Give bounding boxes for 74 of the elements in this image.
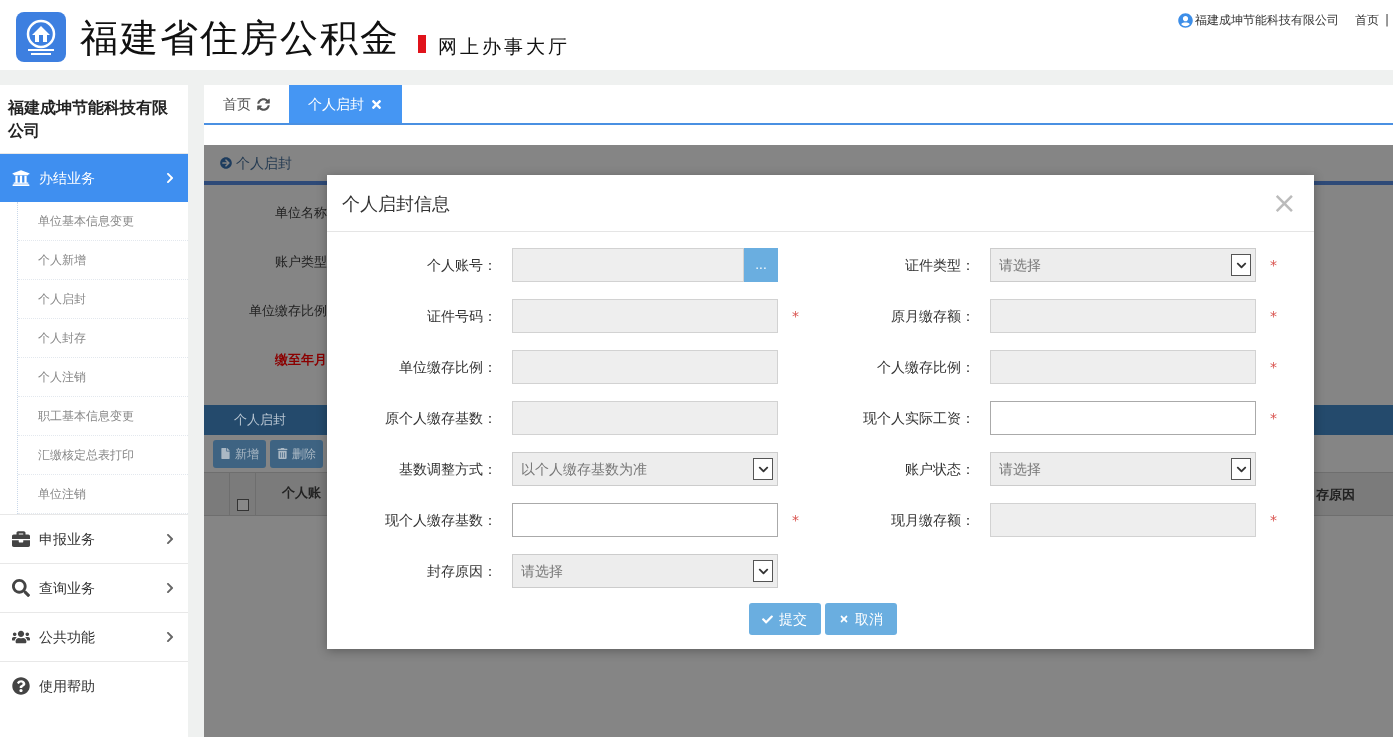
chevron-icon — [164, 533, 176, 545]
column-header: 存原因 — [1316, 486, 1356, 504]
menu-item[interactable]: 办结业务 — [0, 153, 188, 202]
field-label: 现个人缴存基数： — [384, 510, 497, 530]
close-icon[interactable] — [370, 97, 383, 111]
select-all-checkbox[interactable] — [236, 499, 249, 511]
toolbar-button[interactable]: 删除 — [270, 439, 323, 468]
modal-title: 个人启封信息 — [342, 191, 451, 216]
file-icon — [220, 448, 231, 459]
close-icon — [838, 614, 849, 624]
chevron-icon — [164, 582, 176, 594]
menu-label: 办结业务 — [39, 168, 96, 188]
user-link[interactable]: 福建成坤节能科技有限公司 — [1194, 11, 1339, 29]
form-label: 单位名称 — [275, 204, 327, 222]
field-label: 证件类型： — [904, 255, 975, 275]
logo-icon — [16, 12, 66, 62]
cancel-button[interactable]: 取消 — [824, 603, 897, 635]
menu-label: 公共功能 — [39, 627, 96, 647]
input-field[interactable] — [512, 503, 778, 537]
refresh-icon[interactable] — [257, 97, 270, 111]
field-label: 现月缴存额： — [890, 510, 975, 530]
submenu-item[interactable]: 个人注销 — [18, 358, 188, 397]
required-mark: * — [1270, 410, 1277, 426]
field-label: 封存原因： — [426, 561, 497, 581]
submenu-item[interactable]: 单位基本信息变更 — [18, 202, 188, 241]
company-name: 福建成坤节能科技有限公司 — [6, 97, 169, 142]
user-icon — [1177, 12, 1193, 28]
menu-icon — [12, 169, 30, 187]
field-label: 原个人缴存基数： — [384, 408, 497, 428]
field-label: 基数调整方式： — [398, 459, 497, 479]
form-label: 账户类型 — [275, 253, 327, 271]
required-mark: * — [792, 512, 799, 528]
nav-separator: | — [1384, 12, 1389, 29]
field-label: 个人缴存比例： — [876, 357, 975, 377]
submenu-item[interactable]: 个人封存 — [18, 319, 188, 358]
input-field[interactable] — [990, 401, 1256, 435]
chevron-icon — [164, 631, 176, 643]
required-mark: * — [1270, 512, 1277, 528]
field-label: 现个人实际工资： — [862, 408, 975, 428]
check-icon — [762, 613, 773, 625]
menu-icon — [12, 530, 30, 548]
trash-icon — [277, 448, 288, 459]
submit-button[interactable]: 提交 — [748, 603, 821, 635]
submenu-item[interactable]: 个人新增 — [18, 241, 188, 280]
menu-label: 申报业务 — [39, 529, 96, 549]
chevron-icon — [164, 172, 176, 184]
field-label: 账户状态： — [904, 459, 975, 479]
field-label: 个人账号： — [426, 255, 497, 275]
required-mark: * — [1270, 308, 1277, 324]
menu-icon — [12, 579, 30, 597]
menu-label: 使用帮助 — [39, 676, 96, 696]
menu-icon — [12, 677, 30, 695]
section-title: 个人启封 — [236, 153, 292, 173]
form-label: 单位缴存比例 — [249, 302, 327, 320]
required-mark: * — [1270, 257, 1277, 273]
required-mark: * — [792, 308, 799, 324]
site-title: 福建省住房公积金 — [80, 15, 400, 62]
grid-title: 个人启封 — [234, 411, 286, 430]
title-marker — [418, 35, 426, 53]
submenu-item[interactable]: 个人启封 — [18, 280, 188, 319]
required-mark: * — [1270, 359, 1277, 375]
submenu-item[interactable]: 汇缴核定总表打印 — [18, 436, 188, 475]
field-label: 原月缴存额： — [890, 306, 975, 326]
column-header: 个人账 — [281, 484, 321, 502]
field-label: 单位缴存比例： — [398, 357, 497, 377]
toolbar-button[interactable]: 新增 — [213, 439, 266, 468]
site-subtitle: 网上办事大厅 — [438, 34, 570, 59]
submenu-item[interactable]: 职工基本信息变更 — [18, 397, 188, 436]
form-label: 缴至年月 — [275, 351, 327, 369]
nav-link[interactable]: 首页 — [1354, 11, 1379, 29]
menu-label: 查询业务 — [39, 578, 96, 598]
menu-icon — [12, 628, 30, 646]
field-label: 证件号码： — [426, 306, 497, 326]
tab[interactable]: 个人启封 — [289, 85, 402, 123]
